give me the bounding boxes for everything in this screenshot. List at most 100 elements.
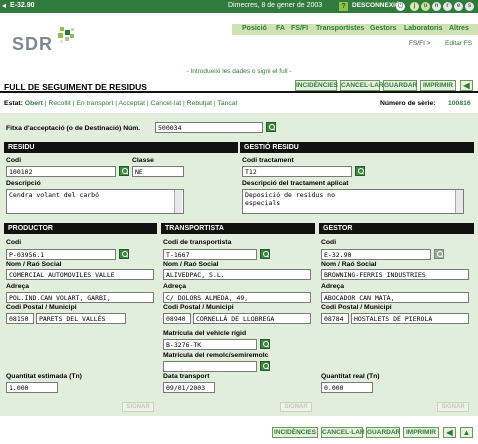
transportista-cp-label: Codi Postal / Municipi xyxy=(163,304,234,311)
gestor-signar-button[interactable]: SIGNAR xyxy=(437,402,469,412)
residu-header: RESIDU xyxy=(4,142,238,153)
back-arrow-icon[interactable]: ◂ xyxy=(2,1,6,10)
fitxa-input[interactable]: 500034 xyxy=(155,122,263,133)
state-en-transport[interactable]: En transport xyxy=(76,100,113,107)
footer-back-arrow-icon[interactable]: ◀ xyxy=(443,427,456,438)
productor-adreca-input[interactable]: POL.IND.CAN VOLART, GARBI, xyxy=(6,292,154,303)
tractament-desc-textarea[interactable]: Deposició de residus no especials xyxy=(242,189,464,214)
search-icon[interactable] xyxy=(355,166,365,176)
search-icon[interactable] xyxy=(119,166,129,176)
nav-posicio[interactable]: Posició xyxy=(242,25,267,32)
footer-cancel-button[interactable]: CANCEL·LAR xyxy=(321,427,365,438)
top-bar: E-32.90 ◂ Dimecres, 8 de gener de 2003 ?… xyxy=(0,0,478,13)
scrollbar[interactable] xyxy=(455,190,463,213)
remolc-label: Matrícula del remolc/semiremolc xyxy=(163,352,269,359)
footer-save-button[interactable]: GUARDAR xyxy=(366,427,400,438)
save-button[interactable]: GUARDAR xyxy=(383,80,417,91)
title-divider xyxy=(0,91,478,93)
state-bar: Estat: Obert | Recollit | En transport |… xyxy=(4,100,238,107)
search-icon[interactable] xyxy=(266,122,276,132)
state-obert[interactable]: Obert xyxy=(25,100,43,107)
transportista-signar-button[interactable]: SIGNAR xyxy=(280,402,312,412)
data-transport-label: Data transport xyxy=(163,373,210,380)
gestor-adreca-label: Adreça xyxy=(321,283,345,290)
data-transport-input[interactable]: 09/01/2003 xyxy=(163,382,215,393)
letter-j: j xyxy=(410,2,419,11)
gestor-codi-input[interactable]: E-32.90 xyxy=(321,249,431,260)
back-arrow-icon[interactable]: ◀ xyxy=(460,80,473,91)
footer-print-button[interactable]: IMPRIMIR xyxy=(403,427,439,438)
classe-label: Classe xyxy=(132,157,154,164)
state-recollit[interactable]: Recollit xyxy=(48,100,70,107)
transportista-municipi-input[interactable]: CORNELLÀ DE LLOBREGA xyxy=(193,313,311,324)
search-icon[interactable] xyxy=(119,249,129,259)
tractament-codi-input[interactable]: T12 xyxy=(242,166,352,177)
letter-n: n xyxy=(432,2,441,11)
transportista-codi-label: Codi de transportista xyxy=(163,239,232,246)
state-tancat[interactable]: Tancat xyxy=(217,100,237,107)
nav-fa[interactable]: FA xyxy=(276,25,285,32)
residu-desc-text: Cendra volant del carbó xyxy=(9,191,100,199)
transportista-cp-input[interactable]: 08940 xyxy=(163,313,191,324)
productor-cp-input[interactable]: 08150 xyxy=(6,313,34,324)
cancel-button[interactable]: CANCEL·LAR xyxy=(340,80,384,91)
search-icon[interactable] xyxy=(260,339,270,349)
productor-codi-input[interactable]: P-03956.1 xyxy=(6,249,116,260)
nav-transportistes[interactable]: Transportistes xyxy=(316,25,364,32)
transportista-nom-input[interactable]: ALIVEDPAC, S.L. xyxy=(163,269,311,280)
state-label: Estat: xyxy=(4,100,23,107)
quantitat-estimada-input[interactable]: 1.000 xyxy=(6,382,58,393)
residu-codi-input[interactable]: 100102 xyxy=(6,166,116,177)
power-icon[interactable]: ⏻ xyxy=(396,2,405,11)
productor-signar-button[interactable]: SIGNAR xyxy=(122,402,154,412)
productor-cp-label: Codi Postal / Municipi xyxy=(6,304,77,311)
gestor-nom-input[interactable]: BROWNING-FERRIS INDUSTRIES xyxy=(321,269,469,280)
fitxa-label: Fitxa d'acceptació (o de Destinació) Núm… xyxy=(6,125,141,132)
sdr-logo: SDR xyxy=(12,34,54,54)
matricula-input[interactable]: B-3276-TK xyxy=(163,339,257,350)
tractament-codi-label: Codi tractament xyxy=(242,157,294,164)
logout-link[interactable]: DESCONNEXIÓ xyxy=(352,2,400,9)
transportista-adreca-input[interactable]: C/ DOLORS ALMEDA, 49, xyxy=(163,292,311,303)
gestor-cp-input[interactable]: 08784 xyxy=(321,313,349,324)
search-icon[interactable] xyxy=(260,249,270,259)
tractament-desc-line1: Deposició de residus no xyxy=(245,191,336,199)
productor-nom-input[interactable]: COMERCIAL AUTOMOVILES VALLE xyxy=(6,269,154,280)
productor-municipi-input[interactable]: PARETS DEL VALLÈS xyxy=(36,313,126,324)
transportista-header: TRANSPORTISTA xyxy=(161,223,315,234)
matricula-label: Matrícula del vehicle rígid xyxy=(163,330,247,337)
state-acceptat[interactable]: Acceptat xyxy=(119,100,145,107)
state-cancelat[interactable]: Cancel·lat xyxy=(151,100,182,107)
search-icon[interactable] xyxy=(434,249,444,259)
productor-header: PRODUCTOR xyxy=(4,223,157,234)
remolc-input[interactable] xyxy=(163,361,257,372)
letter-e: e xyxy=(454,2,463,11)
user-code: E-32.90 xyxy=(10,2,35,9)
gestor-municipi-input[interactable]: HOSTALETS DE PIEROLA xyxy=(351,313,469,324)
classe-input[interactable]: NE xyxy=(132,166,184,177)
footer-incidencies-button[interactable]: INCIDÈNCIES xyxy=(272,427,318,438)
search-icon[interactable] xyxy=(260,361,270,371)
gestor-adreca-input[interactable]: ABOCADOR CAN MATA, xyxy=(321,292,469,303)
letter-r: r xyxy=(443,2,452,11)
productor-nom-label: Nom / Raó Social xyxy=(6,261,62,268)
residu-desc-textarea[interactable]: Cendra volant del carbó xyxy=(6,189,184,214)
help-button[interactable]: ? xyxy=(339,2,348,11)
quantitat-real-input[interactable]: 0.000 xyxy=(321,382,373,393)
nav-gestors[interactable]: Gestors xyxy=(370,25,396,32)
current-date: Dimecres, 8 de gener de 2003 xyxy=(228,2,323,9)
transportista-codi-input[interactable]: T-1667 xyxy=(163,249,257,260)
breadcrumb-current: Editar FS xyxy=(445,40,473,47)
print-button[interactable]: IMPRIMIR xyxy=(420,80,456,91)
nav-laboratoris[interactable]: Laboratoris xyxy=(404,25,443,32)
scroll-top-arrow-icon[interactable]: ▲ xyxy=(460,427,473,438)
serial-label: Número de sèrie: xyxy=(380,100,436,107)
nav-altres[interactable]: Altres xyxy=(449,25,469,32)
tractament-desc-line2: especials xyxy=(245,199,281,207)
residu-codi-label: Codi xyxy=(6,157,22,164)
nav-fs-fi[interactable]: FS/FI xyxy=(291,25,308,32)
scrollbar[interactable] xyxy=(174,190,182,213)
state-rebutjat[interactable]: Rebutjat xyxy=(187,100,212,107)
breadcrumb-parent[interactable]: FS/FI > xyxy=(409,40,431,47)
incidencies-button[interactable]: INCIDÈNCIES xyxy=(295,80,338,91)
